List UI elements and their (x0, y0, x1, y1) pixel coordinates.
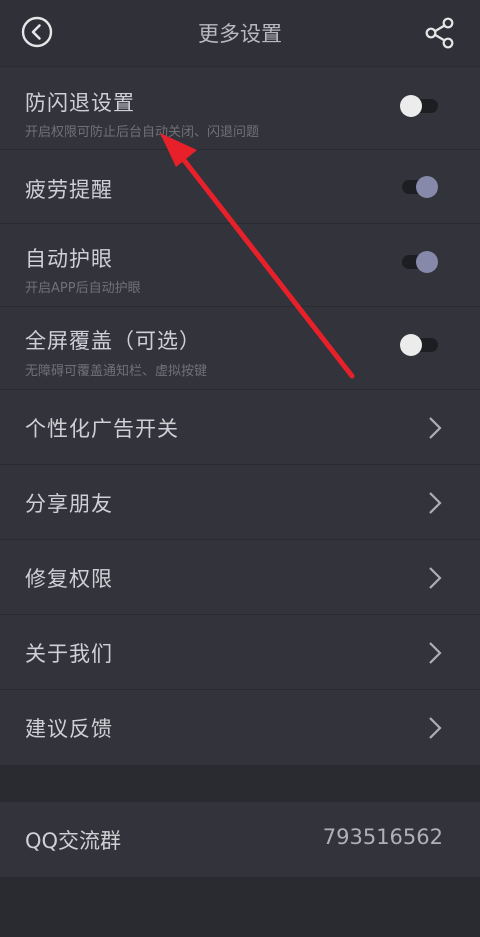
setting-subtitle: 开启权限可防止后台自动关闭、闪退问题 (25, 125, 260, 140)
setting-subtitle: 无障碍可覆盖通知栏、虚拟按键 (25, 364, 208, 379)
setting-title: 疲劳提醒 (25, 178, 113, 202)
setting-row-anti-crash: 防闪退设置 开启权限可防止后台自动关闭、闪退问题 (0, 67, 480, 150)
chevron-right-icon (429, 717, 442, 739)
setting-row-fullscreen-overlay: 全屏覆盖（可选） 无障碍可覆盖通知栏、虚拟按键 (0, 307, 480, 390)
anti-crash-toggle[interactable] (398, 95, 438, 117)
nav-row-personalized-ads[interactable]: 个性化广告开关 (0, 390, 480, 465)
settings-list: 防闪退设置 开启权限可防止后台自动关闭、闪退问题 疲劳提醒 自动护眼 开启APP… (0, 67, 480, 877)
page-title: 更多设置 (198, 22, 282, 46)
setting-row-fatigue-reminder: 疲劳提醒 (0, 150, 480, 224)
setting-row-auto-eye-care: 自动护眼 开启APP后自动护眼 (0, 224, 480, 307)
nav-label: 建议反馈 (25, 717, 113, 741)
top-bar: 更多设置 (0, 0, 480, 66)
nav-row-feedback[interactable]: 建议反馈 (0, 690, 480, 765)
nav-label: 修复权限 (25, 567, 113, 591)
chevron-right-icon (429, 567, 442, 589)
setting-title: 自动护眼 (25, 247, 113, 271)
setting-subtitle: 开启APP后自动护眼 (25, 281, 141, 296)
setting-title: 防闪退设置 (25, 91, 135, 115)
nav-row-about-us[interactable]: 关于我们 (0, 615, 480, 690)
chevron-right-icon (429, 417, 442, 439)
nav-label: 关于我们 (25, 642, 113, 666)
settings-screen: 更多设置 防闪退设置 开启权限可防止后台自动关闭、闪退问题 疲劳提醒 自动护眼 … (0, 0, 480, 937)
section-gap (0, 765, 480, 802)
fullscreen-overlay-toggle[interactable] (398, 334, 438, 356)
nav-row-repair-permissions[interactable]: 修复权限 (0, 540, 480, 615)
auto-eye-care-toggle[interactable] (398, 251, 438, 273)
nav-row-share-friends[interactable]: 分享朋友 (0, 465, 480, 540)
setting-title: 全屏覆盖（可选） (25, 329, 201, 353)
qq-group-row[interactable]: QQ交流群 793516562 (0, 802, 480, 877)
back-button[interactable] (21, 16, 53, 48)
nav-label: 个性化广告开关 (25, 417, 179, 441)
qq-group-number: 793516562 (322, 825, 443, 849)
share-icon (425, 17, 454, 49)
nav-label: 分享朋友 (25, 492, 113, 516)
chevron-right-icon (429, 492, 442, 514)
chevron-right-icon (429, 642, 442, 664)
qq-group-label: QQ交流群 (25, 829, 122, 853)
fatigue-reminder-toggle[interactable] (398, 176, 438, 198)
share-button[interactable] (424, 16, 456, 50)
back-circle-icon (21, 16, 53, 48)
